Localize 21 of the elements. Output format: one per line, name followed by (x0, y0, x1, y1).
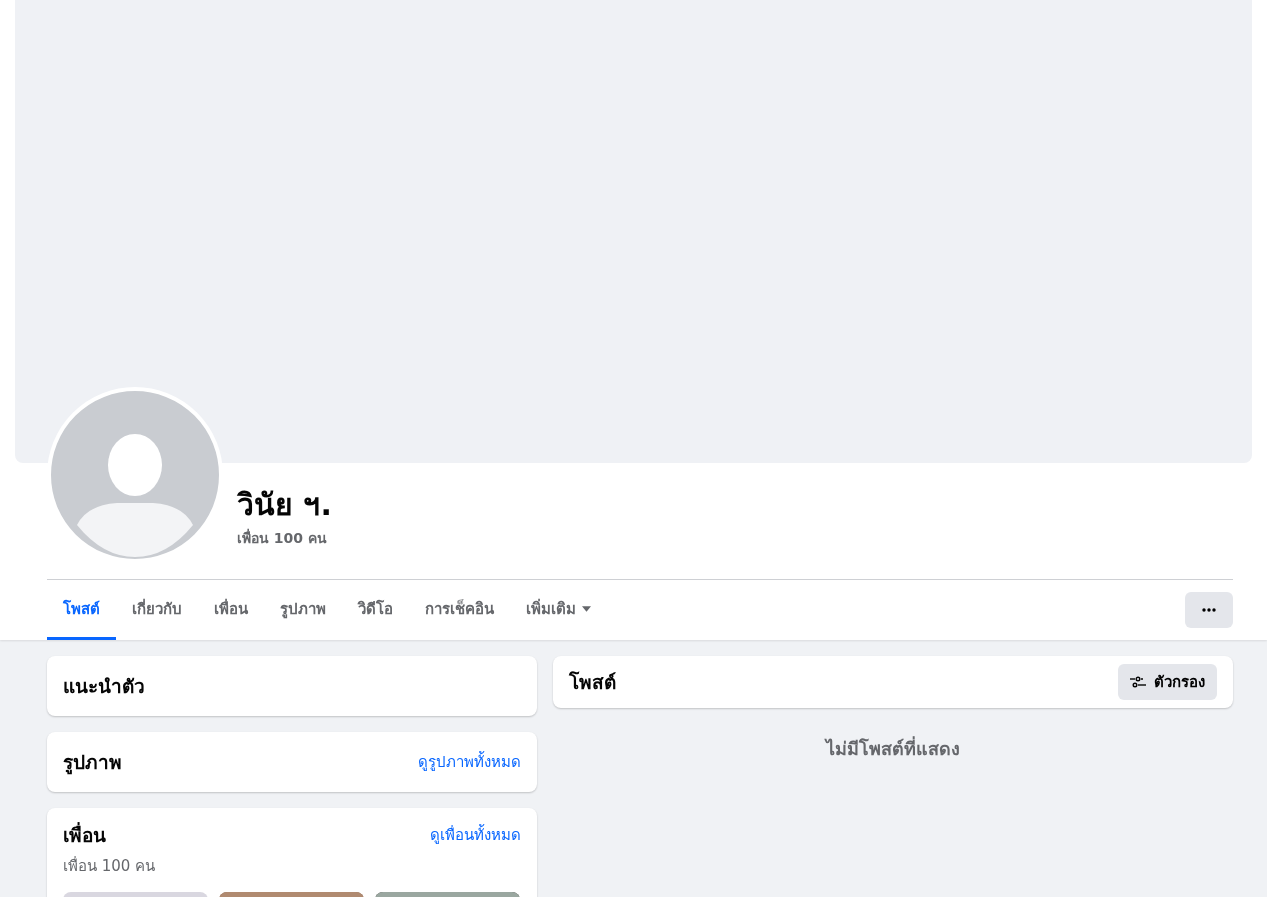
card-title: เพื่อน (63, 821, 106, 848)
filter-button[interactable]: ตัวกรอง (1118, 664, 1217, 700)
profile-tab[interactable]: เพื่อน (198, 580, 264, 640)
profile-tab[interactable]: การเช็คอิน (409, 580, 510, 640)
friends-count[interactable]: เพื่อน 100 คน (237, 527, 332, 549)
card-title: แนะนำตัว (63, 674, 145, 699)
see-all-photos-link[interactable]: ดูรูปภาพทั้งหมด (418, 750, 521, 774)
card-title: โพสต์ (569, 670, 616, 695)
more-options-button[interactable] (1185, 592, 1233, 628)
profile-tab[interactable]: โพสต์ (47, 580, 116, 640)
profile-tab[interactable]: วิดีโอ (342, 580, 409, 640)
profile-tab[interactable]: เกี่ยวกับ (116, 580, 198, 640)
empty-message: ไม่มีโพสต์ที่แสดง (826, 735, 960, 761)
card-title: รูปภาพ (63, 750, 122, 777)
more-icon (1202, 608, 1216, 612)
friends-count: เพื่อน 100 คน (63, 855, 157, 877)
profile-tab[interactable]: รูปภาพ (264, 580, 342, 640)
profile-tab[interactable]: เพิ่มเติม (510, 580, 607, 640)
filter-icon (1130, 676, 1146, 688)
see-all-friends-link[interactable]: ดูเพื่อนทั้งหมด (430, 823, 521, 847)
profile-name: วินัย ฯ. (237, 487, 332, 523)
